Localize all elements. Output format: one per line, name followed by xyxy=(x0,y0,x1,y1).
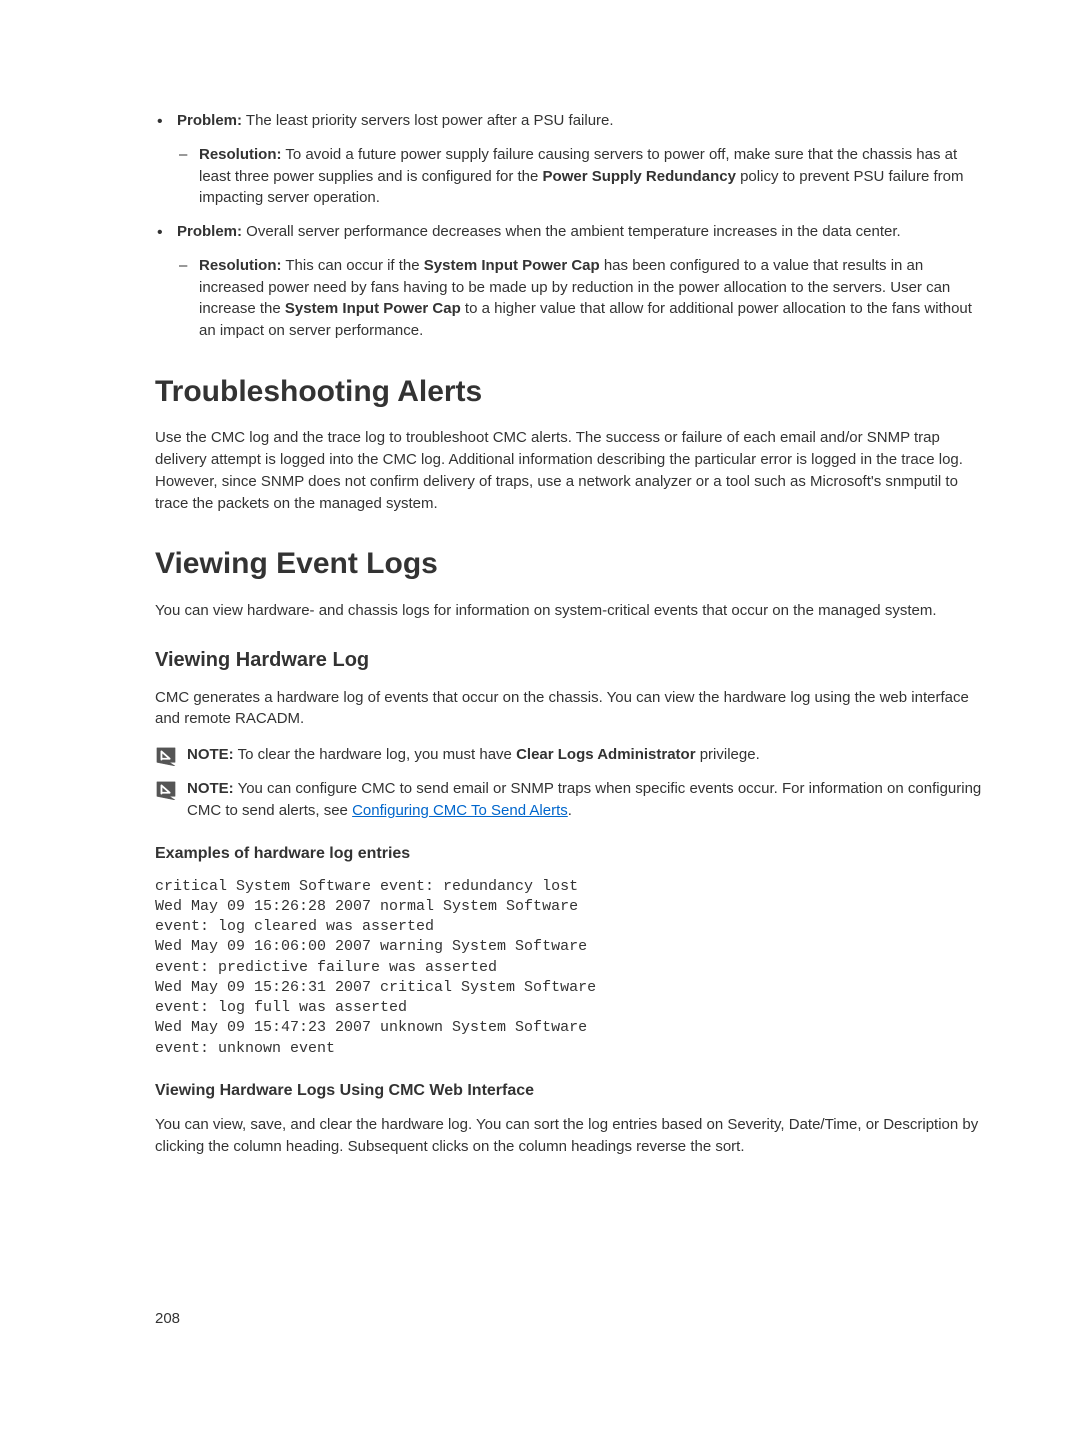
resolution-label: Resolution: xyxy=(199,146,282,163)
problem-item-2: Problem: Overall server performance decr… xyxy=(155,221,990,342)
heading-viewing-hardware-log: Viewing Hardware Log xyxy=(155,646,990,675)
note-text-before: To clear the hardware log, you must have xyxy=(234,746,516,763)
heading-examples: Examples of hardware log entries xyxy=(155,842,990,865)
problem-text: The least priority servers lost power af… xyxy=(242,112,614,129)
heading-viewing-event-logs: Viewing Event Logs xyxy=(155,542,990,586)
resolution-item-1: Resolution: To avoid a future power supp… xyxy=(177,144,990,209)
para-troubleshooting: Use the CMC log and the trace log to tro… xyxy=(155,427,990,514)
note-block-1: NOTE: To clear the hardware log, you mus… xyxy=(155,744,990,766)
note-content-2: NOTE: You can configure CMC to send emai… xyxy=(187,778,990,822)
problem-label: Problem: xyxy=(177,112,242,129)
note-prefix: NOTE: xyxy=(187,780,234,797)
note-bold: Clear Logs Administrator xyxy=(516,746,695,763)
page-number: 208 xyxy=(155,1308,990,1330)
note-block-2: NOTE: You can configure CMC to send emai… xyxy=(155,778,990,822)
resolution-item-2: Resolution: This can occur if the System… xyxy=(177,255,990,342)
note-content-1: NOTE: To clear the hardware log, you mus… xyxy=(187,744,990,766)
problem-label: Problem: xyxy=(177,223,242,240)
resolution-bold-2: System Input Power Cap xyxy=(285,300,461,317)
note-icon xyxy=(155,780,177,800)
note-text-after: privilege. xyxy=(696,746,760,763)
note-prefix: NOTE: xyxy=(187,746,234,763)
problem-list: Problem: The least priority servers lost… xyxy=(155,110,990,342)
para-viewing-hardware: CMC generates a hardware log of events t… xyxy=(155,687,990,731)
resolution-bold: Power Supply Redundancy xyxy=(543,168,736,185)
resolution-text-before: This can occur if the xyxy=(282,257,424,274)
note-text-before: You can configure CMC to send email or S… xyxy=(187,780,981,819)
resolution-list-2: Resolution: This can occur if the System… xyxy=(177,255,990,342)
heading-viewing-hardware-web: Viewing Hardware Logs Using CMC Web Inte… xyxy=(155,1079,990,1102)
note-icon xyxy=(155,746,177,766)
resolution-list-1: Resolution: To avoid a future power supp… xyxy=(177,144,990,209)
code-block-log-entries: critical System Software event: redundan… xyxy=(155,877,990,1059)
resolution-bold-1: System Input Power Cap xyxy=(424,257,600,274)
resolution-label: Resolution: xyxy=(199,257,282,274)
problem-item-1: Problem: The least priority servers lost… xyxy=(155,110,990,209)
para-viewing-event-logs: You can view hardware- and chassis logs … xyxy=(155,600,990,622)
problem-text: Overall server performance decreases whe… xyxy=(242,223,901,240)
heading-troubleshooting-alerts: Troubleshooting Alerts xyxy=(155,370,990,414)
para-web-interface: You can view, save, and clear the hardwa… xyxy=(155,1114,990,1158)
link-configuring-alerts[interactable]: Configuring CMC To Send Alerts xyxy=(352,802,568,819)
note-text-after: . xyxy=(568,802,572,819)
